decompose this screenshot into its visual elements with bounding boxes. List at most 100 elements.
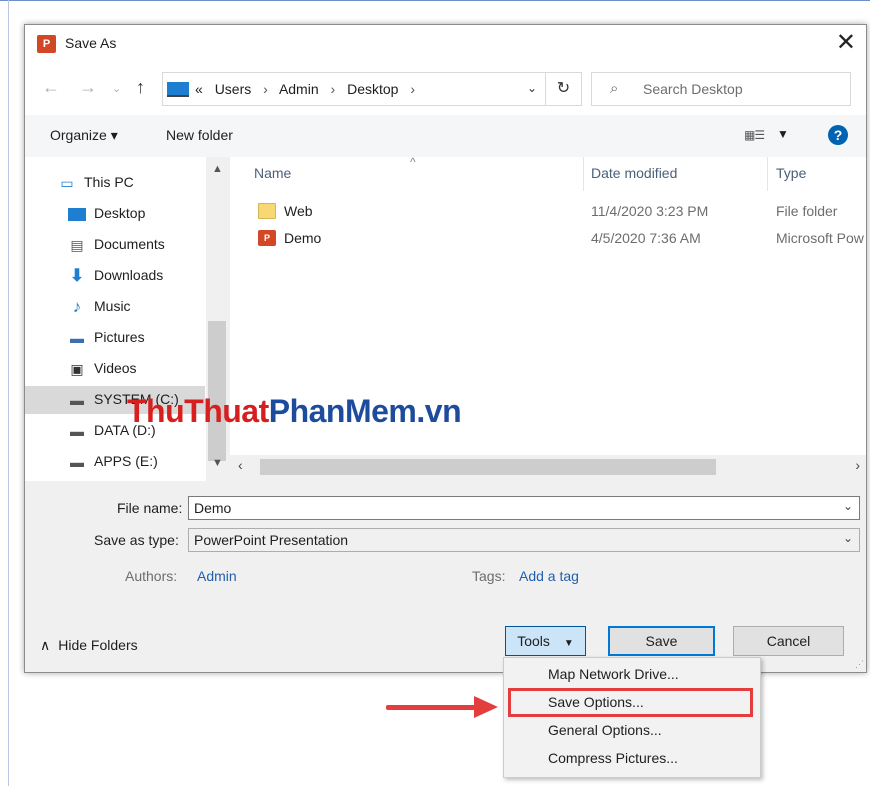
column-header-date-modified[interactable]: Date modified (591, 165, 677, 181)
save-as-type-value: PowerPoint Presentation (194, 532, 349, 548)
sidebar-item-music[interactable]: ♪ Music (25, 293, 205, 321)
sidebar-item-videos[interactable]: ▣ Videos (25, 355, 205, 383)
column-header-type[interactable]: Type (776, 165, 806, 181)
tags-value[interactable]: Add a tag (519, 568, 579, 584)
file-list-horizontal-scrollbar[interactable]: ‹ › (230, 455, 866, 479)
annotation-highlight-box (508, 688, 753, 717)
file-name: Web (284, 203, 313, 219)
authors-label: Authors: (125, 568, 178, 584)
document-icon: ▤ (70, 237, 84, 253)
breadcrumb: « Users › Admin › Desktop › (195, 81, 423, 97)
resize-grip-icon[interactable]: ⋰ (855, 659, 864, 670)
authors-value[interactable]: Admin (197, 568, 237, 584)
file-name-value: Demo (194, 500, 232, 516)
computer-icon: ▭ (60, 175, 74, 191)
file-name-input[interactable]: Demo ⌄ (188, 496, 860, 520)
music-note-icon: ♪ (72, 297, 82, 316)
scrollbar-thumb[interactable] (260, 459, 716, 475)
address-bar[interactable]: « Users › Admin › Desktop › ⌄ (162, 72, 546, 106)
caret-down-icon: ▼ (563, 638, 574, 649)
save-as-type-label: Save as type: (94, 532, 179, 548)
folder-icon (258, 203, 276, 219)
title-bar: P Save As ✕ (25, 25, 866, 63)
view-dropdown-caret-icon[interactable]: ▼ (777, 127, 789, 141)
menu-item-general-options[interactable]: General Options... (504, 717, 760, 745)
menu-item-compress-pictures[interactable]: Compress Pictures... (504, 745, 760, 773)
sidebar-item-downloads[interactable]: ⬇ Downloads (25, 262, 205, 290)
powerpoint-app-icon: P (37, 35, 56, 53)
file-row[interactable]: Web 11/4/2020 3:23 PM File folder (230, 199, 866, 225)
save-as-type-chevron-icon: ⌄ (842, 531, 853, 545)
refresh-icon[interactable]: ↻ (546, 72, 582, 106)
save-as-type-select[interactable]: PowerPoint Presentation ⌄ (188, 528, 860, 552)
annotation-arrow-line (386, 705, 478, 710)
menu-item-map-network-drive[interactable]: Map Network Drive... (504, 661, 760, 689)
search-icon: ⌕ (610, 80, 619, 97)
file-name-label: File name: (117, 500, 183, 516)
up-arrow-icon[interactable]: ↑ (136, 77, 145, 98)
breadcrumb-admin[interactable]: Admin (279, 81, 319, 97)
file-date: 4/5/2020 7:36 AM (591, 230, 701, 246)
scroll-left-icon[interactable]: ‹ (238, 457, 243, 473)
scroll-up-icon[interactable]: ▲ (212, 163, 223, 175)
hide-folders-button[interactable]: ∧ Hide Folders (40, 637, 138, 654)
hide-folders-label: Hide Folders (58, 637, 138, 653)
window-title: Save As (65, 35, 117, 51)
scroll-down-icon[interactable]: ▼ (212, 457, 223, 469)
sort-ascending-icon: ^ (410, 157, 416, 169)
background-line (0, 0, 870, 1)
drive-icon: ▬ (70, 454, 84, 470)
drive-icon: ▬ (70, 392, 84, 408)
new-folder-button[interactable]: New folder (166, 127, 233, 143)
sidebar-item-documents[interactable]: ▤ Documents (25, 231, 205, 259)
search-box[interactable]: ⌕ Search Desktop (591, 72, 851, 106)
close-icon[interactable]: ✕ (836, 29, 856, 57)
sidebar-item-apps-e[interactable]: ▬ APPS (E:) (25, 448, 205, 476)
file-row[interactable]: P Demo 4/5/2020 7:36 AM Microsoft Pow (230, 226, 866, 252)
file-type: File folder (776, 203, 838, 219)
breadcrumb-overflow[interactable]: « (195, 81, 203, 97)
file-date: 11/4/2020 3:23 PM (591, 203, 709, 219)
breadcrumb-desktop[interactable]: Desktop (347, 81, 398, 97)
sidebar-item-pictures[interactable]: ▬ Pictures (25, 324, 205, 352)
help-icon[interactable]: ? (828, 125, 848, 145)
background-border (8, 0, 9, 786)
file-name-dropdown-chevron-icon[interactable]: ⌄ (843, 499, 853, 513)
organize-button[interactable]: Organize ▾ (50, 127, 118, 144)
view-options-icon[interactable]: ▦☰ (744, 128, 765, 142)
sidebar-item-desktop[interactable]: Desktop (25, 200, 205, 228)
navigation-bar: ← → ⌄ ↑ « Users › Admin › Desktop › ⌄ ↻ … (25, 63, 866, 115)
navigation-pane-scrollbar[interactable]: ▲ ▼ (206, 157, 228, 481)
annotation-arrow-icon (474, 696, 498, 718)
tools-label: Tools (517, 633, 550, 649)
file-name: Demo (284, 230, 322, 246)
file-type: Microsoft Pow (776, 230, 864, 246)
breadcrumb-users[interactable]: Users (215, 81, 252, 97)
column-divider[interactable] (583, 157, 584, 191)
computer-icon (167, 82, 189, 97)
breadcrumb-separator-icon[interactable]: › (331, 81, 336, 97)
tools-button[interactable]: Tools ▼ (505, 626, 586, 656)
tools-menu: Map Network Drive... Save Options... Gen… (503, 657, 761, 778)
scrollbar-thumb[interactable] (208, 321, 226, 461)
desktop-icon (67, 206, 87, 222)
forward-arrow-icon[interactable]: → (79, 77, 97, 98)
recent-locations-chevron-icon[interactable]: ⌄ (112, 82, 121, 95)
cancel-button[interactable]: Cancel (733, 626, 844, 656)
picture-icon: ▬ (70, 330, 84, 346)
drive-icon: ▬ (70, 423, 84, 439)
command-bar: Organize ▾ New folder ▦☰ ▼ ? (25, 115, 866, 157)
search-placeholder: Search Desktop (643, 81, 743, 97)
save-as-dialog: P Save As ✕ ← → ⌄ ↑ « Users › Admin › De… (24, 24, 867, 673)
column-divider[interactable] (767, 157, 768, 191)
breadcrumb-separator-icon[interactable]: › (410, 81, 415, 97)
column-header-name[interactable]: Name (254, 165, 291, 181)
scroll-right-icon[interactable]: › (855, 457, 860, 473)
back-arrow-icon[interactable]: ← (42, 77, 60, 98)
breadcrumb-separator-icon[interactable]: › (263, 81, 268, 97)
save-button[interactable]: Save (608, 626, 715, 656)
chevron-up-icon: ∧ (40, 637, 51, 653)
sidebar-item-this-pc[interactable]: ▭ This PC (25, 169, 205, 197)
tags-label: Tags: (472, 568, 506, 584)
address-dropdown-chevron-icon[interactable]: ⌄ (527, 81, 537, 95)
